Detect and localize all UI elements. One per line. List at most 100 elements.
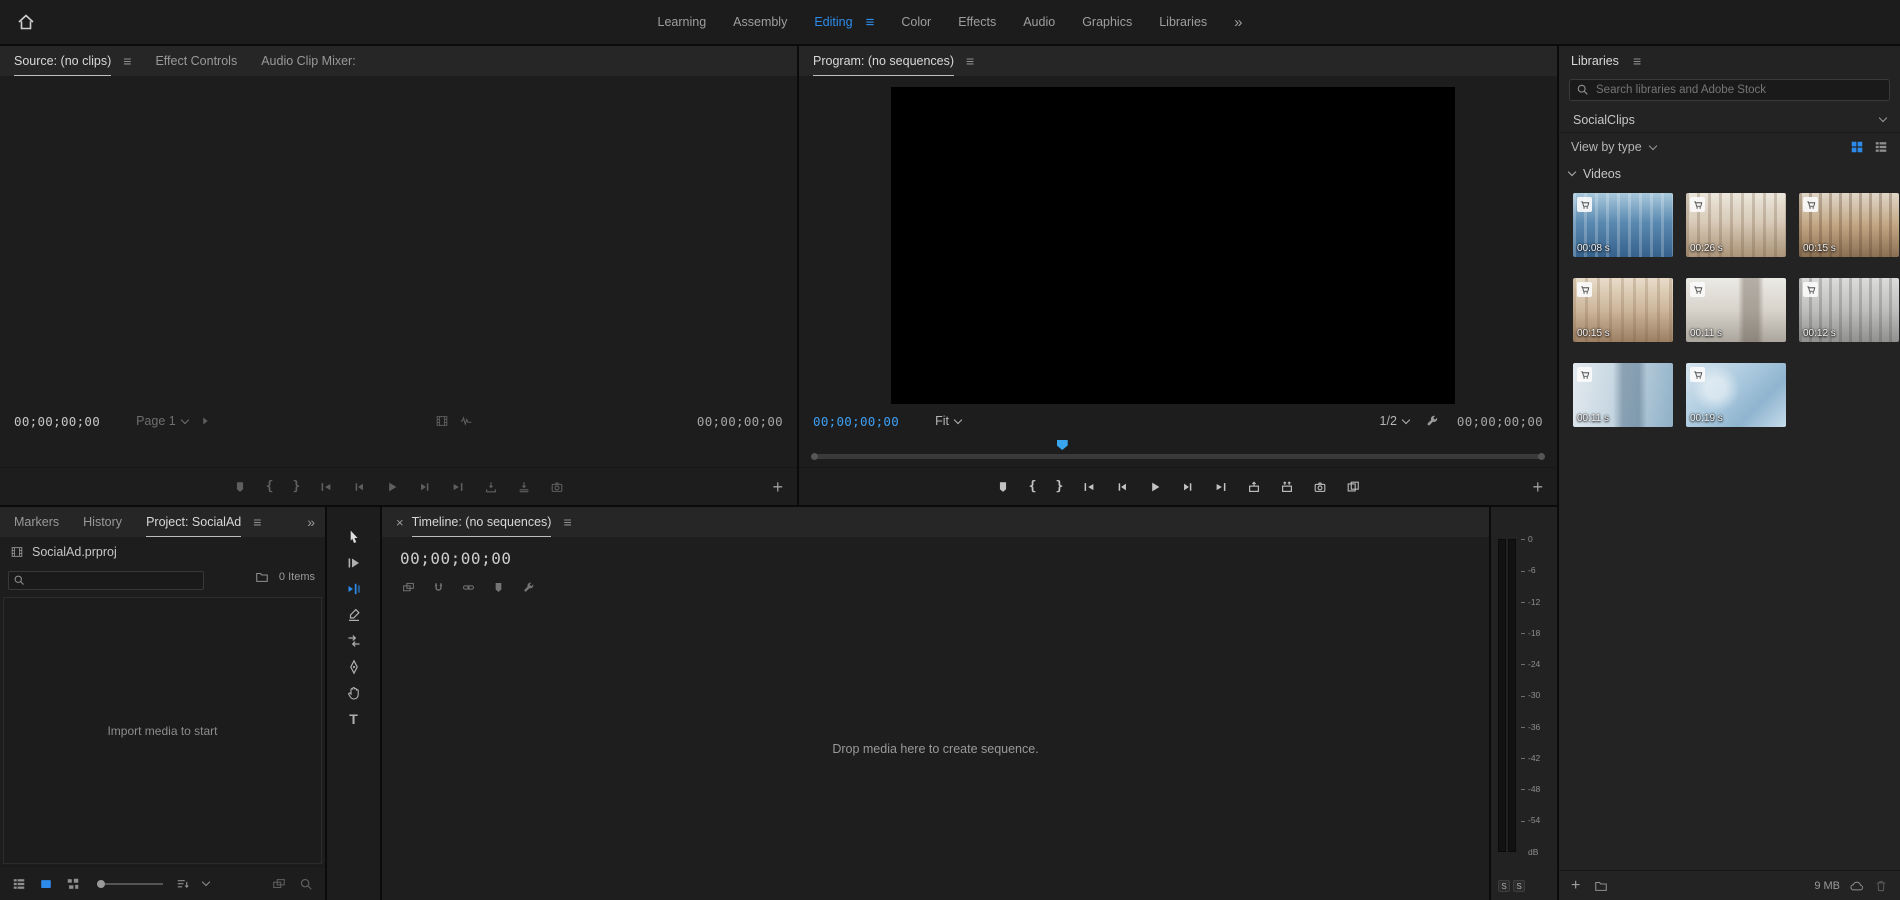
project-media-area[interactable]: Import media to start [3, 597, 322, 864]
add-marker-icon[interactable] [492, 581, 505, 594]
icon-view-icon[interactable] [39, 877, 53, 891]
add-to-cart-icon[interactable] [1577, 282, 1592, 297]
list-view-icon[interactable] [1874, 140, 1888, 154]
add-to-cart-icon[interactable] [1690, 197, 1705, 212]
workspace-overflow-icon[interactable]: » [1234, 15, 1242, 30]
track-select-tool[interactable] [346, 555, 362, 571]
view-by-label[interactable]: View by type [1571, 140, 1642, 154]
find-icon[interactable] [299, 877, 313, 891]
program-panel-menu-icon[interactable]: ≡ [966, 46, 974, 76]
cloud-sync-icon[interactable] [1850, 879, 1864, 893]
tab-history[interactable]: History [83, 507, 122, 537]
freeform-view-icon[interactable] [66, 877, 80, 891]
extract-icon[interactable] [1280, 480, 1294, 494]
zoom-slider-knob[interactable] [97, 880, 105, 888]
automate-to-sequence-icon[interactable] [272, 877, 286, 891]
play-button[interactable] [385, 480, 399, 494]
delete-icon[interactable] [1874, 879, 1888, 893]
drag-video-icon[interactable] [435, 414, 449, 428]
project-file-row[interactable]: SocialAd.prproj [10, 545, 117, 559]
step-back-icon[interactable] [1115, 480, 1129, 494]
video-thumbnail[interactable]: 00:15 s [1573, 278, 1673, 342]
library-selector[interactable]: SocialClips [1559, 107, 1900, 133]
export-frame-icon[interactable] [1313, 480, 1327, 494]
drag-audio-icon[interactable] [459, 414, 473, 428]
workspace-tab-libraries[interactable]: Libraries [1159, 15, 1207, 29]
program-mini-timeline[interactable] [799, 438, 1557, 464]
pen-tool[interactable] [346, 659, 362, 675]
video-thumbnail[interactable]: 00:12 s [1799, 278, 1899, 342]
list-view-icon[interactable] [12, 877, 26, 891]
chevron-down-icon[interactable] [202, 878, 210, 886]
settings-wrench-icon[interactable] [1425, 414, 1439, 428]
workspace-tab-graphics[interactable]: Graphics [1082, 15, 1132, 29]
playhead-marker[interactable] [1057, 440, 1068, 450]
add-to-cart-icon[interactable] [1690, 367, 1705, 382]
tab-project[interactable]: Project: SocialAd [146, 507, 241, 537]
thumbnail-zoom-slider[interactable] [97, 883, 163, 885]
lift-icon[interactable] [1247, 480, 1261, 494]
mark-in-icon[interactable]: { [266, 480, 274, 493]
add-to-cart-icon[interactable] [1577, 367, 1592, 382]
video-thumbnail[interactable]: 00:26 s [1686, 193, 1786, 257]
video-thumbnail[interactable]: 00:19 s [1686, 363, 1786, 427]
play-button[interactable] [1148, 480, 1162, 494]
open-bin-icon[interactable] [255, 570, 269, 584]
timeline-drop-area[interactable]: 00;00;00;00 Drop media here to create se… [382, 537, 1489, 900]
page-selector[interactable]: Page 1 [136, 414, 188, 428]
go-to-in-icon[interactable] [1082, 480, 1096, 494]
solo-right-button[interactable]: S [1513, 880, 1525, 892]
tab-audio-clip-mixer[interactable]: Audio Clip Mixer: [261, 46, 355, 76]
mark-out-icon[interactable]: } [1056, 480, 1064, 493]
tab-program[interactable]: Program: (no sequences) [813, 46, 954, 76]
mark-out-icon[interactable]: } [293, 480, 301, 493]
tab-timeline[interactable]: Timeline: (no sequences) [412, 507, 552, 537]
go-to-out-icon[interactable] [451, 480, 465, 494]
project-search-input[interactable] [8, 571, 204, 590]
add-marker-icon[interactable] [996, 480, 1010, 494]
source-panel-menu-icon[interactable]: ≡ [123, 46, 131, 76]
workspace-tab-editing[interactable]: Editing [814, 15, 852, 29]
tab-effect-controls[interactable]: Effect Controls [155, 46, 237, 76]
step-forward-icon[interactable] [1181, 480, 1195, 494]
video-thumbnail[interactable]: 00:08 s [1573, 193, 1673, 257]
timeline-panel-menu-icon[interactable]: ≡ [563, 507, 571, 537]
button-editor-add-icon[interactable]: + [1532, 478, 1543, 496]
go-to-out-icon[interactable] [1214, 480, 1228, 494]
solo-left-button[interactable]: S [1498, 880, 1510, 892]
home-icon[interactable] [16, 12, 36, 32]
hand-tool[interactable] [346, 685, 362, 701]
playback-resolution-select[interactable]: 1/2 [1380, 414, 1409, 428]
snap-icon[interactable] [432, 581, 445, 594]
selection-tool[interactable] [346, 529, 362, 545]
video-thumbnail[interactable]: 00:11 s [1573, 363, 1673, 427]
step-back-icon[interactable] [352, 480, 366, 494]
sort-icon[interactable] [176, 877, 190, 891]
linked-selection-icon[interactable] [462, 581, 475, 594]
video-thumbnail[interactable]: 00:11 s [1686, 278, 1786, 342]
add-content-icon[interactable]: + [1571, 878, 1580, 894]
page-forward-icon[interactable] [198, 414, 212, 428]
libraries-panel-menu-icon[interactable]: ≡ [1633, 53, 1641, 69]
videos-section-header[interactable]: Videos [1559, 161, 1900, 187]
zoom-scrollbar[interactable] [812, 454, 1544, 459]
workspace-tab-effects[interactable]: Effects [958, 15, 996, 29]
slip-tool[interactable] [346, 633, 362, 649]
workspace-tab-learning[interactable]: Learning [658, 15, 707, 29]
video-thumbnail[interactable]: 00:15 s [1799, 193, 1899, 257]
step-forward-icon[interactable] [418, 480, 432, 494]
workspace-tab-color[interactable]: Color [901, 15, 931, 29]
go-to-in-icon[interactable] [319, 480, 333, 494]
overwrite-icon[interactable] [517, 480, 531, 494]
workspace-tab-assembly[interactable]: Assembly [733, 15, 787, 29]
button-editor-add-icon[interactable]: + [772, 478, 783, 496]
close-panel-icon[interactable]: × [396, 507, 404, 537]
fit-select[interactable]: Fit [935, 414, 961, 428]
workspace-tab-audio[interactable]: Audio [1023, 15, 1055, 29]
insert-icon[interactable] [484, 480, 498, 494]
new-library-folder-icon[interactable] [1594, 879, 1608, 893]
libraries-title[interactable]: Libraries [1571, 54, 1619, 68]
panel-overflow-icon[interactable]: » [307, 507, 315, 537]
add-marker-icon[interactable] [233, 480, 247, 494]
project-panel-menu-icon[interactable]: ≡ [253, 507, 261, 537]
